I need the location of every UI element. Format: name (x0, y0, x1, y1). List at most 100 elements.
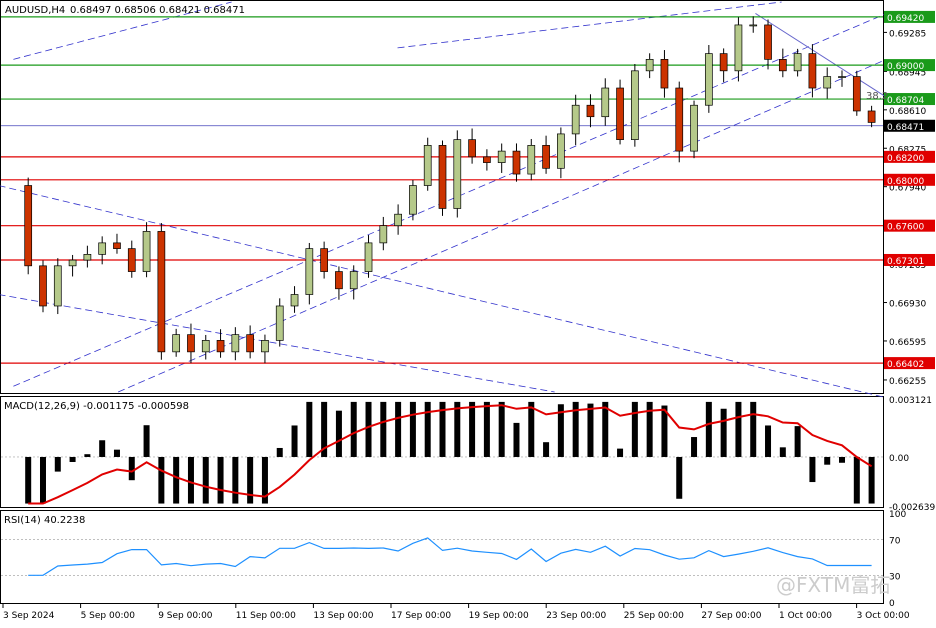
macd-bar (705, 401, 712, 457)
candle-body (113, 242, 121, 249)
macd-bar (232, 456, 239, 504)
candle-body (586, 104, 595, 118)
price-level-label: 0.68704 (887, 96, 924, 106)
chart-svg: 0.692850.689450.686100.682750.679400.676… (0, 0, 936, 624)
macd-bar (691, 437, 698, 457)
x-tick-label: 19 Sep 00:00 (469, 611, 529, 621)
candle-body (660, 59, 669, 89)
macd-bar (779, 447, 786, 457)
candle-body (778, 59, 787, 72)
candle-body (838, 76, 846, 78)
candle-body (127, 248, 136, 272)
candle-body (483, 156, 491, 163)
macd-bar (720, 408, 727, 457)
macd-bar (380, 401, 387, 457)
x-tick-label: 11 Sep 00:00 (236, 611, 296, 621)
candle-body (39, 265, 47, 307)
macd-label: MACD(12,26,9) -0.001175 -0.000598 (4, 401, 189, 412)
macd-bar (839, 456, 846, 463)
candle-body (704, 53, 713, 106)
macd-bar (99, 440, 106, 457)
macd-bar (350, 401, 357, 457)
candle-body (157, 231, 166, 353)
chart-root: 0.692850.689450.686100.682750.679400.676… (0, 0, 936, 624)
candle-body (187, 334, 195, 353)
candle-body (468, 139, 476, 158)
y-tick-label: 0.68610 (889, 107, 926, 117)
macd-bar (202, 456, 209, 504)
macd-bar (543, 442, 550, 457)
macd-bar (765, 425, 772, 457)
candle-body (275, 305, 284, 341)
candle-body (793, 53, 802, 72)
rsi-tick-label: 70 (889, 537, 901, 547)
candle-body (231, 334, 240, 353)
macd-bar (454, 401, 461, 457)
candle-body (571, 104, 580, 135)
candle-body (320, 248, 328, 272)
price-level-label: 0.67301 (887, 257, 924, 267)
candle-body (497, 150, 506, 163)
candle-body (201, 340, 210, 353)
symbol-label: AUDUSD,H4 (5, 5, 65, 16)
candle-body (438, 145, 447, 209)
candle-body (98, 242, 107, 255)
macd-bar (276, 447, 283, 457)
macd-bar (113, 449, 120, 457)
price-level-label: 0.68000 (887, 177, 924, 187)
macd-bar (409, 401, 416, 457)
macd-bar (69, 456, 76, 462)
macd-bar (128, 456, 135, 481)
candle-body (453, 139, 462, 209)
candle-body (616, 87, 624, 140)
price-level-label: 0.69000 (887, 62, 924, 72)
candle-body (290, 294, 299, 307)
candle-body (349, 271, 358, 290)
rsi-tick-label: 30 (889, 572, 901, 582)
macd-bar (513, 422, 520, 457)
candle-body (68, 259, 77, 267)
candle-body (423, 145, 432, 186)
price-level-label: 0.69420 (887, 14, 924, 24)
candle-body (601, 87, 610, 118)
candle-body (764, 24, 772, 60)
candle-body (142, 231, 151, 272)
macd-bar (853, 456, 860, 504)
candle-body (734, 24, 743, 72)
candle-body (808, 53, 817, 89)
macd-bar (365, 401, 372, 457)
candle-body (557, 133, 565, 169)
macd-bar (291, 425, 298, 457)
y-tick-label: 0.69285 (889, 29, 926, 39)
candle-body (645, 59, 654, 72)
macd-bar (469, 401, 476, 457)
candle-body (512, 150, 521, 175)
macd-bar (824, 456, 831, 465)
x-tick-label: 5 Sep 00:00 (81, 611, 136, 621)
watermark: @FXTM富拓 (776, 573, 890, 597)
macd-bar (617, 448, 624, 457)
macd-bar (735, 401, 742, 457)
macd-bar (587, 403, 594, 457)
macd-bar (750, 401, 757, 457)
candle-body (409, 185, 417, 215)
candle-body (246, 334, 254, 353)
candle-body (172, 334, 181, 353)
macd-bar (158, 456, 165, 504)
candle-body (527, 145, 536, 175)
x-tick-label: 3 Oct 00:00 (857, 611, 910, 621)
macd-bar (395, 401, 402, 457)
x-tick-label: 9 Sep 00:00 (158, 611, 213, 621)
macd-bar (483, 401, 490, 457)
macd-bar (306, 401, 313, 457)
candle-body (690, 104, 698, 152)
macd-bar (602, 401, 609, 457)
macd-bar (247, 456, 254, 504)
macd-bar (25, 456, 32, 504)
price-level-label: 0.67600 (887, 223, 924, 233)
candle-body (216, 340, 225, 353)
macd-bar (217, 456, 224, 504)
rsi-label: RSI(14) 40.2238 (4, 515, 85, 526)
macd-bar (794, 426, 801, 457)
x-tick-label: 25 Sep 00:00 (624, 611, 684, 621)
